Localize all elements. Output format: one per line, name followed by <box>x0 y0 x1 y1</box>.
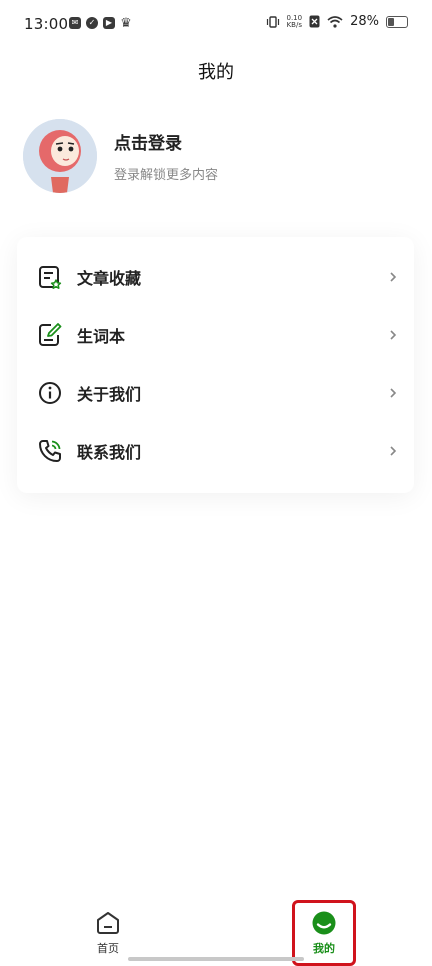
menu-item-label: 关于我们 <box>77 385 142 404</box>
menu-item-label: 文章收藏 <box>77 269 142 288</box>
vocabulary-notebook-icon <box>39 323 62 346</box>
chevron-right-icon <box>390 446 397 456</box>
info-icon <box>39 382 61 404</box>
profile-text: 点击登录 登录解锁更多内容 <box>114 129 218 183</box>
cartoon-avatar-icon <box>23 119 97 193</box>
page-title: 我的 <box>198 62 234 83</box>
menu-item-vocabulary[interactable]: 生词本 <box>17 315 414 355</box>
notification-icons: ✉ ✓ ▶ ♛ <box>69 15 132 31</box>
crown-notification-icon: ♛ <box>120 15 132 31</box>
check-notification-icon: ✓ <box>86 17 98 29</box>
status-time: 13:00 <box>24 15 69 33</box>
mail-notification-icon: ✉ <box>69 17 81 29</box>
home-icon <box>97 912 119 934</box>
status-indicators: 0.10 KB/s 28% <box>266 14 408 29</box>
battery-percent: 28% <box>350 14 379 29</box>
login-title[interactable]: 点击登录 <box>114 129 218 154</box>
chevron-right-icon <box>390 388 397 398</box>
chevron-right-icon <box>390 330 397 340</box>
no-sim-icon <box>309 15 320 28</box>
menu-item-contact-us[interactable]: 联系我们 <box>17 431 414 471</box>
bottom-tab-bar: 首页 我的 <box>0 900 432 964</box>
avatar[interactable] <box>23 119 97 193</box>
menu-item-article-favorites[interactable]: 文章收藏 <box>17 257 414 297</box>
tab-home[interactable]: 首页 <box>78 910 138 956</box>
menu-item-label: 生词本 <box>77 327 126 346</box>
menu-item-label: 联系我们 <box>77 443 142 462</box>
menu-card: 文章收藏 生词本 关于我们 联系我们 <box>17 237 414 493</box>
tab-label: 首页 <box>97 942 119 955</box>
status-bar: 13:00 ✉ ✓ ▶ ♛ 0.10 KB/s 28% <box>0 0 432 50</box>
article-bookmark-icon <box>39 266 62 289</box>
network-speed: 0.10 KB/s <box>286 14 303 29</box>
login-subtitle: 登录解锁更多内容 <box>114 168 219 183</box>
network-speed-unit: KB/s <box>286 20 302 29</box>
phone-call-icon <box>39 440 61 462</box>
login-profile[interactable]: 点击登录 登录解锁更多内容 <box>23 119 218 193</box>
wifi-icon <box>327 15 343 28</box>
vibrate-icon <box>266 15 279 28</box>
menu-item-about-us[interactable]: 关于我们 <box>17 373 414 413</box>
battery-icon <box>386 15 408 28</box>
chevron-right-icon <box>390 272 397 282</box>
play-notification-icon: ▶ <box>103 17 115 29</box>
home-indicator <box>128 957 304 961</box>
